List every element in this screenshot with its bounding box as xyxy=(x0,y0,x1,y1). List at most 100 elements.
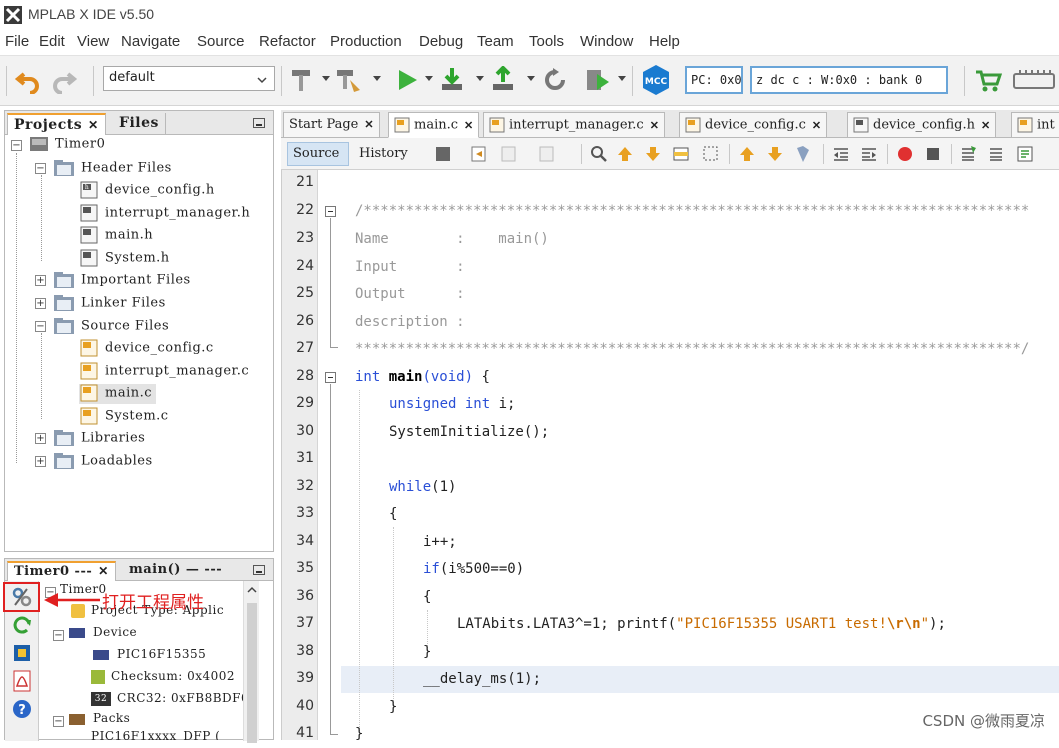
tree-item-file-selected[interactable]: main.c xyxy=(79,384,157,404)
tree-item-file[interactable]: interrupt_manager.h xyxy=(79,204,250,224)
find-icon[interactable] xyxy=(589,144,609,164)
expand-toggle[interactable]: − xyxy=(11,140,22,151)
tab-more[interactable]: int xyxy=(1011,112,1059,138)
find-next-icon[interactable] xyxy=(643,144,663,164)
memory-chip-icon[interactable] xyxy=(1012,66,1056,94)
dashboard-scrollbar[interactable] xyxy=(243,581,259,743)
menu-file[interactable]: File xyxy=(5,33,29,50)
prev-bookmark-icon[interactable] xyxy=(737,144,757,164)
tree-item-file[interactable]: h device_config.h xyxy=(79,181,215,201)
tab-source[interactable]: Source xyxy=(287,142,349,166)
find-previous-icon[interactable] xyxy=(615,144,635,164)
chip-icon[interactable] xyxy=(11,642,33,664)
tree-item-file[interactable]: device_config.c xyxy=(79,339,214,359)
select-rectangle-icon[interactable] xyxy=(701,144,721,164)
menu-view[interactable]: View xyxy=(77,33,109,50)
clean-build-icon[interactable] xyxy=(334,66,362,94)
run-icon[interactable] xyxy=(393,66,421,94)
hammer-icon[interactable] xyxy=(288,66,316,94)
menu-help[interactable]: Help xyxy=(649,33,680,50)
pdf-icon[interactable] xyxy=(11,670,33,692)
undo-icon[interactable] xyxy=(14,66,42,94)
close-icon[interactable]: ✕ xyxy=(364,118,373,131)
tab-device-config-c[interactable]: device_config.c ✕ xyxy=(679,112,828,138)
tab-projects[interactable]: Projects ✕ xyxy=(7,113,106,135)
forward-disabled-icon[interactable] xyxy=(537,144,557,164)
redo-icon[interactable] xyxy=(50,66,78,94)
scroll-up-icon[interactable] xyxy=(246,585,258,595)
expand-toggle[interactable]: + xyxy=(35,456,46,467)
tab-files[interactable]: Files xyxy=(113,113,166,135)
start-macro-icon[interactable] xyxy=(895,144,915,164)
expand-toggle[interactable]: + xyxy=(35,275,46,286)
next-bookmark-icon[interactable] xyxy=(765,144,785,164)
menu-edit[interactable]: Edit xyxy=(39,33,65,50)
code-editor[interactable]: 21 22 23 24 25 26 27 28 29 30 31 32 33 3… xyxy=(281,170,1059,742)
expand-toggle[interactable]: + xyxy=(35,433,46,444)
close-icon[interactable]: ✕ xyxy=(650,119,659,132)
menu-window[interactable]: Window xyxy=(580,33,633,50)
tab-history[interactable]: History xyxy=(359,146,408,161)
tree-item-file[interactable]: System.c xyxy=(79,407,169,427)
uncomment-icon[interactable] xyxy=(987,144,1007,164)
tab-dashboard[interactable]: Timer0 --- ✕ xyxy=(7,561,116,581)
tree-item-important-files[interactable]: Important Files xyxy=(53,271,191,291)
back-icon[interactable] xyxy=(469,144,489,164)
fold-toggle-icon[interactable] xyxy=(325,206,336,217)
format-icon[interactable] xyxy=(1015,144,1035,164)
stop-macro-icon[interactable] xyxy=(923,144,943,164)
mcc-icon[interactable]: MCC xyxy=(640,64,672,96)
tab-start-page[interactable]: Start Page ✕ xyxy=(283,112,380,138)
toggle-bookmark-icon[interactable] xyxy=(793,144,813,164)
scroll-thumb[interactable] xyxy=(247,603,257,743)
tab-navigator[interactable]: main() — --- xyxy=(123,561,228,581)
dashboard-packs-row[interactable]: Packs xyxy=(67,711,130,731)
expand-toggle[interactable]: − xyxy=(35,163,46,174)
menu-team[interactable]: Team xyxy=(477,33,514,50)
menu-tools[interactable]: Tools xyxy=(529,33,564,50)
fold-toggle-icon[interactable] xyxy=(325,372,336,383)
close-icon[interactable]: ✕ xyxy=(812,119,821,132)
expand-toggle[interactable]: − xyxy=(35,321,46,332)
menu-source[interactable]: Source xyxy=(197,33,245,50)
shift-right-icon[interactable] xyxy=(859,144,879,164)
menu-debug[interactable]: Debug xyxy=(419,33,463,50)
expand-toggle[interactable]: − xyxy=(53,630,64,641)
tree-item-loadables[interactable]: Loadables xyxy=(53,452,153,472)
menu-navigate[interactable]: Navigate xyxy=(121,33,180,50)
dashboard-device-row[interactable]: Device xyxy=(67,625,137,645)
close-icon[interactable]: ✕ xyxy=(981,119,990,132)
menu-refactor[interactable]: Refactor xyxy=(259,33,316,50)
debug-project-icon[interactable] xyxy=(583,66,611,94)
toggle-highlight-icon[interactable] xyxy=(671,144,691,164)
tree-item-linker-files[interactable]: Linker Files xyxy=(53,294,166,314)
chevron-down-icon[interactable] xyxy=(255,73,269,87)
expand-toggle[interactable]: − xyxy=(53,716,64,727)
last-edit-icon[interactable] xyxy=(433,144,453,164)
read-device-icon[interactable] xyxy=(489,66,517,94)
close-icon[interactable]: ✕ xyxy=(98,564,109,578)
tree-item-file[interactable]: main.h xyxy=(79,226,153,246)
tab-interrupt-manager-c[interactable]: interrupt_manager.c ✕ xyxy=(483,112,665,138)
help-icon[interactable]: ? xyxy=(11,698,33,720)
back-disabled-icon[interactable] xyxy=(499,144,519,164)
cart-icon[interactable] xyxy=(974,66,1002,94)
tree-item-file[interactable]: interrupt_manager.c xyxy=(79,362,249,382)
tab-main-c[interactable]: main.c ✕ xyxy=(388,112,480,138)
tree-item-header-files[interactable]: Header Files xyxy=(53,159,172,179)
tree-item-file[interactable]: System.h xyxy=(79,249,170,269)
configuration-select[interactable]: default xyxy=(103,66,275,91)
tab-device-config-h[interactable]: device_config.h ✕ xyxy=(847,112,997,138)
tree-item-source-files[interactable]: Source Files xyxy=(53,317,169,337)
program-device-icon[interactable] xyxy=(438,66,466,94)
menu-production[interactable]: Production xyxy=(330,33,402,50)
minimize-icon[interactable] xyxy=(253,118,265,128)
close-icon[interactable]: ✕ xyxy=(464,119,473,132)
close-icon[interactable]: ✕ xyxy=(88,118,99,132)
comment-icon[interactable] xyxy=(959,144,979,164)
shift-left-icon[interactable] xyxy=(831,144,851,164)
minimize-icon[interactable] xyxy=(253,565,265,575)
tree-item-libraries[interactable]: Libraries xyxy=(53,429,145,449)
tree-item-project[interactable]: Timer0 xyxy=(29,136,105,156)
refresh-icon[interactable] xyxy=(11,614,33,636)
